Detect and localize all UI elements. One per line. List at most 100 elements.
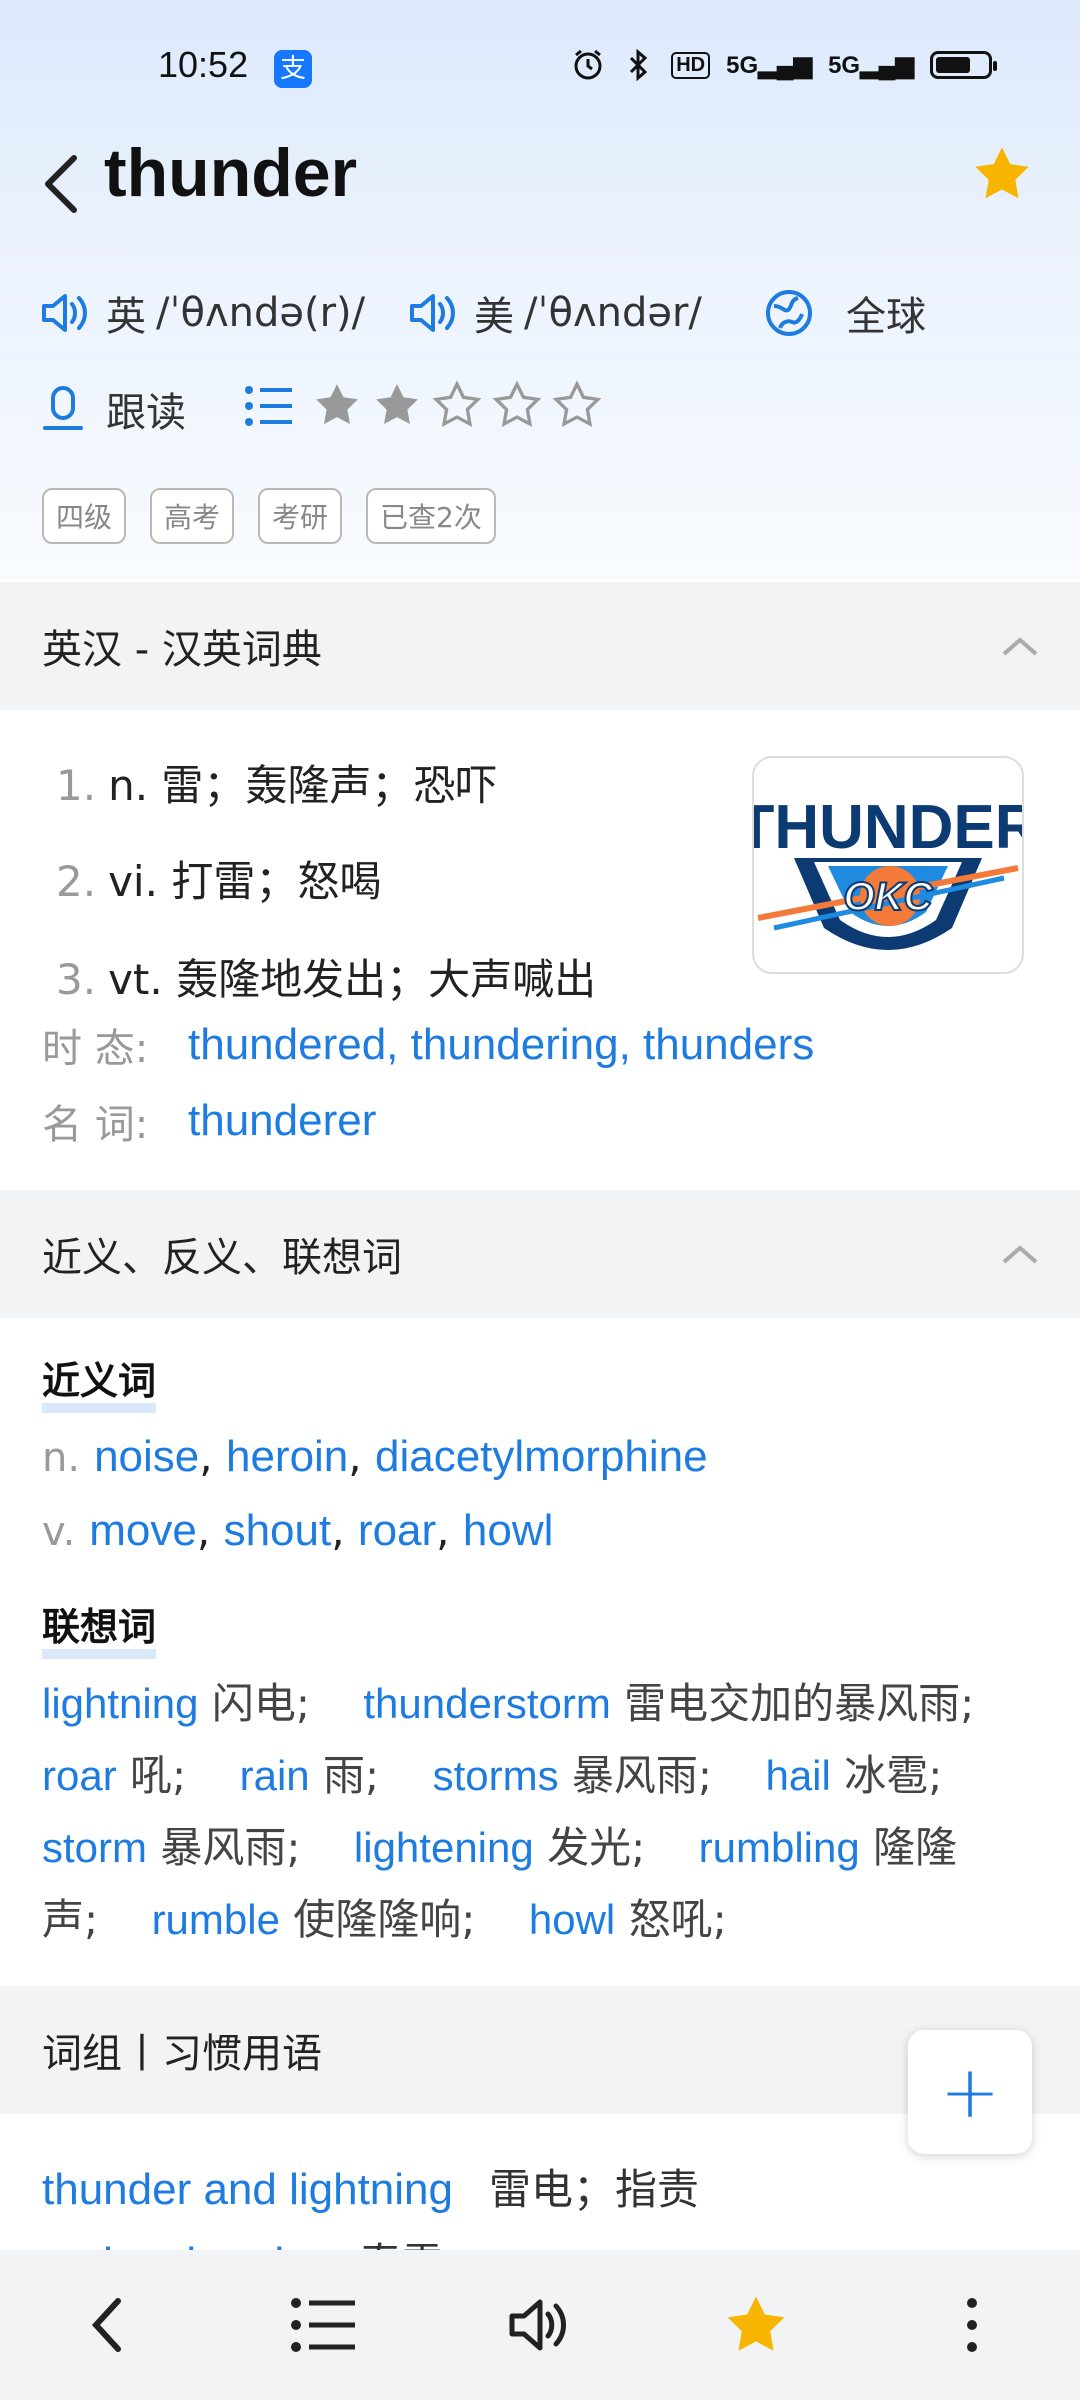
tag: 高考 bbox=[150, 488, 235, 544]
battery-icon bbox=[930, 51, 997, 79]
tag: 四级 bbox=[42, 488, 127, 544]
associated-word[interactable]: roar bbox=[42, 1752, 117, 1799]
okc-thunder-logo-image[interactable]: THUNDER OKC bbox=[752, 756, 1024, 974]
speaker-icon bbox=[509, 2299, 566, 2351]
phrase-item[interactable]: thunder and lightning 雷电；指责 bbox=[42, 2156, 699, 2217]
word-title: thunder bbox=[104, 135, 358, 211]
uk-phonetic: /ˈθʌndə(r)/ bbox=[156, 290, 366, 336]
global-label: 全球 bbox=[846, 294, 926, 340]
noun-row: 名 词: thunderer bbox=[42, 1096, 377, 1148]
us-phonetic: /ˈθʌndər/ bbox=[524, 290, 702, 336]
synonym-link[interactable]: heroin bbox=[226, 1432, 348, 1482]
associated-word-meaning: 怒吼; bbox=[615, 1895, 767, 1944]
list-button[interactable] bbox=[284, 2285, 364, 2365]
synonym-link[interactable]: move bbox=[89, 1506, 197, 1556]
microphone-icon bbox=[43, 386, 83, 430]
tags-row: 四级 高考 考研 已查2次 bbox=[42, 488, 496, 544]
associated-word-meaning: 吼; bbox=[116, 1751, 240, 1800]
associated-word[interactable]: howl bbox=[529, 1896, 615, 1943]
list-level-icon[interactable] bbox=[244, 384, 294, 428]
associated-word-meaning: 冰雹; bbox=[830, 1751, 983, 1800]
associated-word[interactable]: storm bbox=[42, 1824, 147, 1871]
associated-word[interactable]: rumbling bbox=[699, 1824, 860, 1871]
add-button[interactable]: + bbox=[908, 2030, 1032, 2154]
synonym-link[interactable]: diacetylmorphine bbox=[375, 1432, 708, 1482]
associated-word[interactable]: thunderstorm bbox=[363, 1680, 610, 1727]
associated-word-meaning: 暴风雨; bbox=[558, 1751, 766, 1800]
speaker-button[interactable] bbox=[500, 2285, 580, 2365]
favorite-star-icon[interactable] bbox=[970, 142, 1034, 206]
associated-word-meaning: 闪电; bbox=[198, 1679, 364, 1728]
synonyms-section-header[interactable]: 近义、反义、联想词 bbox=[0, 1190, 1080, 1318]
back-icon[interactable] bbox=[34, 148, 94, 218]
associated-word-item[interactable]: lightning 闪电; bbox=[42, 1679, 363, 1728]
frequency-rating bbox=[312, 380, 602, 430]
more-button[interactable] bbox=[932, 2285, 1012, 2365]
associated-word-item[interactable]: thunderstorm 雷电交加的暴风雨; bbox=[363, 1679, 1014, 1728]
alipay-icon: 支 bbox=[274, 50, 312, 88]
alarm-icon bbox=[574, 49, 602, 80]
definition-item: 3. vt. 轰隆地发出；大声喊出 bbox=[56, 955, 597, 1004]
global-pronunciation[interactable]: 全球 bbox=[764, 284, 926, 342]
globe-icon bbox=[766, 290, 812, 336]
associated-word-item[interactable]: rumble 使隆隆响; bbox=[152, 1895, 529, 1944]
associated-word-item[interactable]: howl 怒吼; bbox=[529, 1895, 767, 1944]
status-time: 10:52 bbox=[158, 44, 249, 85]
associated-word[interactable]: storms bbox=[433, 1752, 559, 1799]
section-title: 词组丨习惯用语 bbox=[42, 2031, 322, 2077]
us-pronunciation[interactable]: 美 /ˈθʌndər/ bbox=[408, 284, 702, 342]
associated-word-meaning: 发光; bbox=[533, 1823, 699, 1872]
bluetooth-icon bbox=[630, 48, 648, 82]
bottom-navigation bbox=[0, 2250, 1080, 2400]
star-empty-icon bbox=[552, 380, 602, 428]
follow-read-button[interactable]: 跟读 bbox=[40, 380, 186, 438]
hd-icon: HD bbox=[671, 51, 711, 79]
associated-word-item[interactable]: rain 雨; bbox=[240, 1751, 433, 1800]
back-button[interactable] bbox=[68, 2285, 148, 2365]
more-icon bbox=[967, 2298, 977, 2352]
verb-synonyms-row: v. move, shout, roar, howl bbox=[42, 1506, 554, 1556]
associated-word[interactable]: rumble bbox=[152, 1896, 280, 1943]
synonym-link[interactable]: shout bbox=[224, 1506, 332, 1556]
follow-read-label: 跟读 bbox=[106, 390, 186, 436]
synonym-link[interactable]: noise bbox=[94, 1432, 199, 1482]
definition-item: 2. vi. 打雷；怒喝 bbox=[56, 857, 382, 906]
uk-pronunciation[interactable]: 英 /ˈθʌndə(r)/ bbox=[40, 284, 365, 342]
status-icons: HD 5G▂▄▆ 5G▂▄▆ bbox=[571, 48, 997, 82]
chevron-up-icon bbox=[1002, 637, 1038, 656]
associated-word[interactable]: lightning bbox=[42, 1680, 198, 1727]
associated-word-item[interactable]: hail 冰雹; bbox=[765, 1751, 982, 1800]
tag: 考研 bbox=[258, 488, 343, 544]
star-filled-icon bbox=[376, 384, 418, 424]
associated-word-item[interactable]: roar 吼; bbox=[42, 1751, 240, 1800]
tense-forms-link[interactable]: thundered, thundering, thunders bbox=[188, 1020, 814, 1070]
section-title: 近义、反义、联想词 bbox=[42, 1235, 402, 1281]
logo-text: THUNDER bbox=[754, 793, 1022, 862]
favorite-button[interactable] bbox=[716, 2285, 796, 2365]
associated-word-item[interactable]: storms 暴风雨; bbox=[433, 1751, 766, 1800]
synonym-link[interactable]: howl bbox=[463, 1506, 554, 1556]
dictionary-section-header[interactable]: 英汉 - 汉英词典 bbox=[0, 582, 1080, 710]
associated-words-list: lightning 闪电; thunderstorm 雷电交加的暴风雨; roa… bbox=[42, 1668, 1042, 1956]
associated-word-meaning: 雷电交加的暴风雨; bbox=[610, 1679, 1015, 1728]
phrase-item[interactable]: spring thunder春雷 bbox=[42, 2230, 443, 2250]
associated-word[interactable]: hail bbox=[765, 1752, 830, 1799]
speaker-icon bbox=[410, 294, 455, 332]
speaker-icon bbox=[42, 294, 87, 332]
chevron-up-icon bbox=[1002, 1245, 1038, 1264]
star-empty-icon bbox=[432, 380, 482, 428]
associated-word[interactable]: lightening bbox=[354, 1824, 534, 1871]
noun-form-link[interactable]: thunderer bbox=[188, 1096, 376, 1146]
noun-synonyms-row: n. noise, heroin, diacetylmorphine bbox=[42, 1432, 708, 1482]
star-filled-icon bbox=[316, 384, 358, 424]
associated-word-item[interactable]: lightening 发光; bbox=[354, 1823, 699, 1872]
synonym-link[interactable]: roar bbox=[358, 1506, 436, 1556]
uk-label: 英 bbox=[106, 294, 146, 340]
associated-word-meaning: 使隆隆响; bbox=[279, 1895, 529, 1944]
associated-word-item[interactable]: storm 暴风雨; bbox=[42, 1823, 354, 1872]
list-icon bbox=[291, 2298, 355, 2352]
us-label: 美 bbox=[474, 294, 514, 340]
associated-word[interactable]: rain bbox=[240, 1752, 310, 1799]
synonyms-subtitle: 近义词 bbox=[42, 1359, 157, 1413]
associated-word-meaning: 暴风雨; bbox=[147, 1823, 354, 1872]
